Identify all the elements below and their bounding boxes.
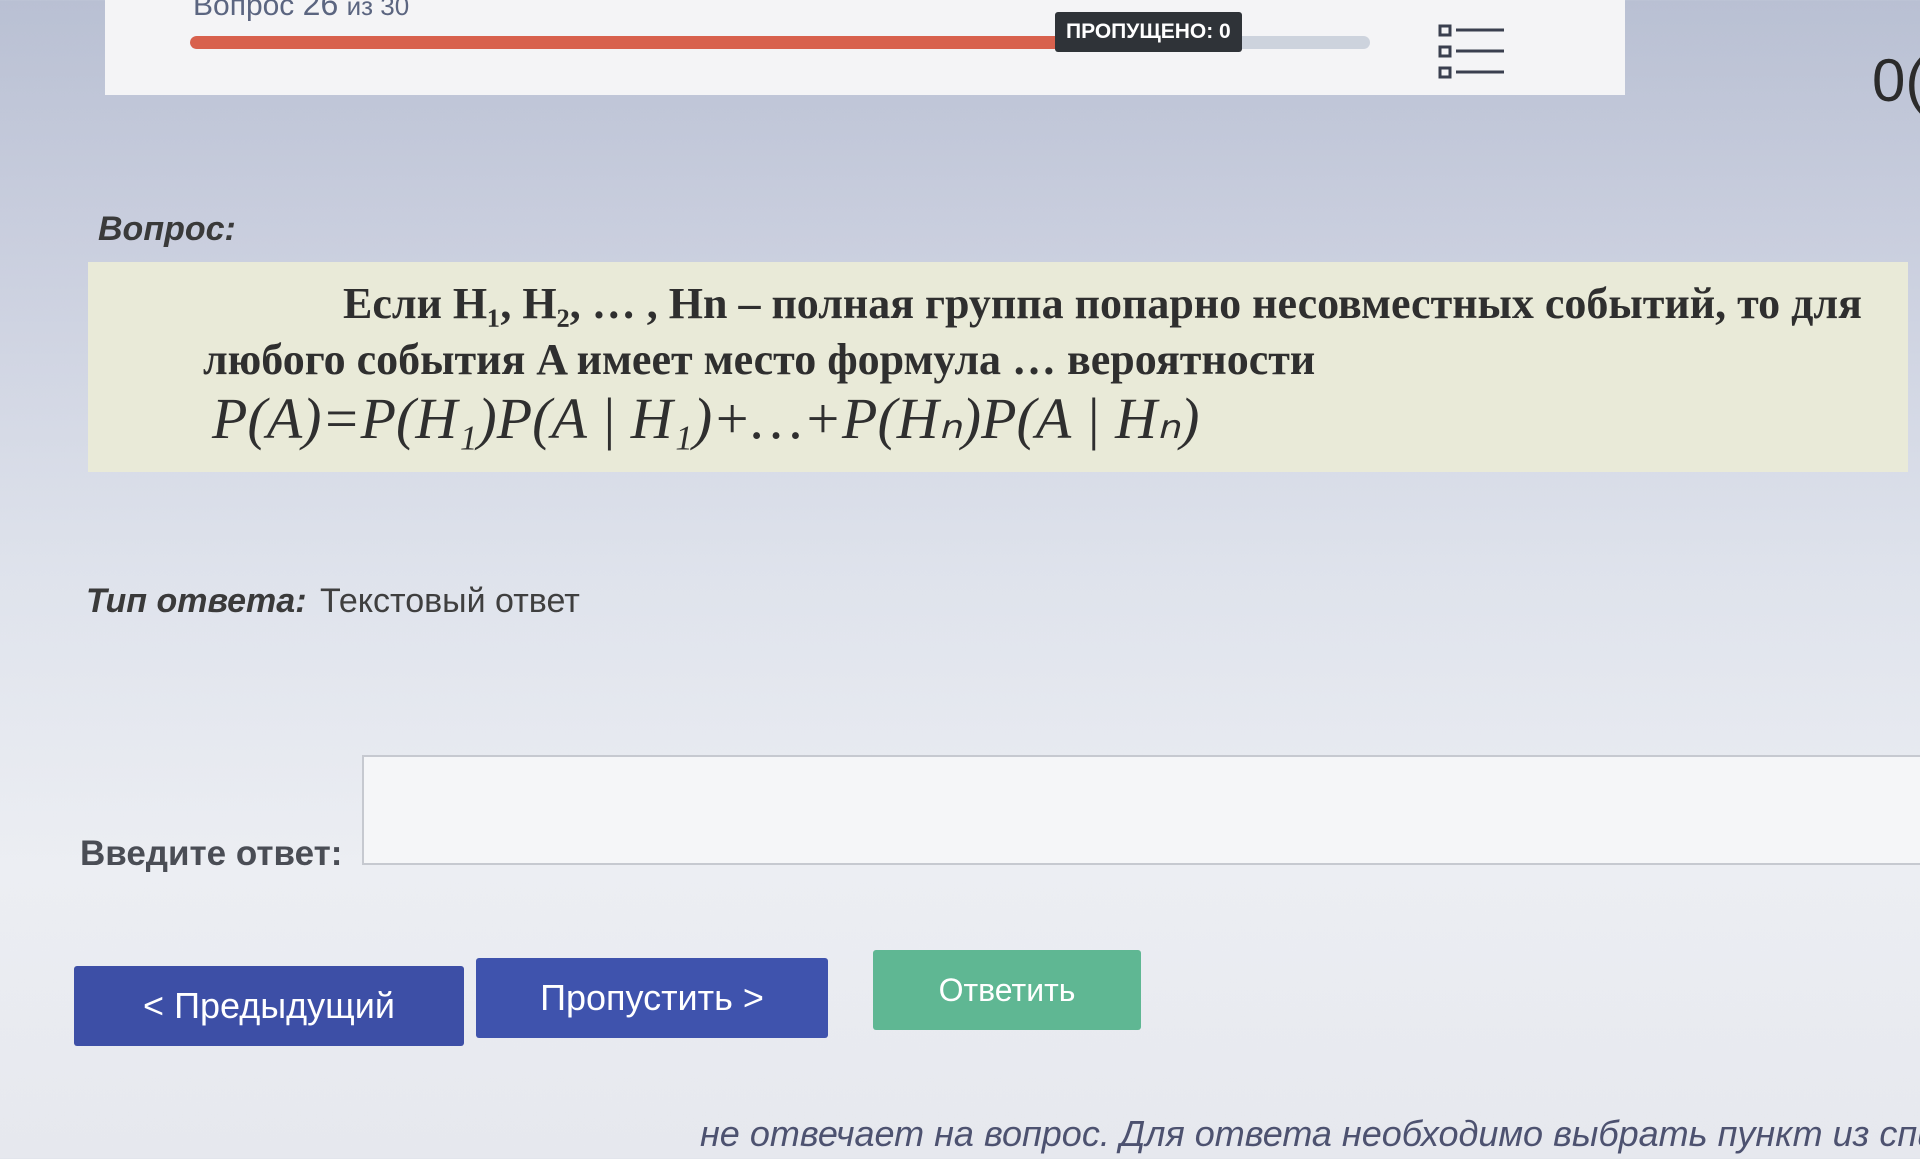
previous-button[interactable]: < Предыдущий bbox=[74, 966, 464, 1046]
question-box: Если H₁, H₂, … , Hn – полная группа попа… bbox=[88, 262, 1908, 472]
question-text: Если H₁, H₂, … , Hn – полная группа попа… bbox=[203, 279, 1862, 384]
list-icon[interactable] bbox=[1438, 24, 1510, 84]
question-counter: Вопрос 26 из 30 bbox=[193, 0, 409, 23]
answer-input-label: Введите ответ: bbox=[80, 834, 343, 873]
answer-type-value: Текстовый ответ bbox=[319, 582, 580, 620]
question-formula: P(A)=P(H₁)P(A | H₁)+…+P(Hₙ)P(A | Hₙ) bbox=[212, 386, 1200, 451]
answer-type-label: Тип ответа: bbox=[86, 582, 307, 620]
progress-bar-fill bbox=[190, 36, 1182, 49]
progress-header: Вопрос 26 из 30 bbox=[105, 0, 1625, 95]
answer-type: Тип ответа: Текстовый ответ bbox=[86, 582, 580, 621]
answer-input[interactable] bbox=[362, 755, 1920, 865]
timer-display: 0( bbox=[1872, 47, 1920, 114]
answer-button[interactable]: Ответить bbox=[873, 950, 1141, 1030]
question-counter-word: Вопрос bbox=[193, 0, 295, 22]
skip-button[interactable]: Пропустить > bbox=[476, 958, 828, 1038]
question-counter-total: из 30 bbox=[346, 0, 410, 21]
footer-hint: не отвечает на вопрос. Для ответа необхо… bbox=[700, 1113, 1920, 1154]
skipped-badge: ПРОПУЩЕНО: 0 bbox=[1055, 12, 1242, 52]
question-label: Вопрос: bbox=[98, 210, 236, 248]
question-counter-current: 26 bbox=[302, 0, 339, 22]
